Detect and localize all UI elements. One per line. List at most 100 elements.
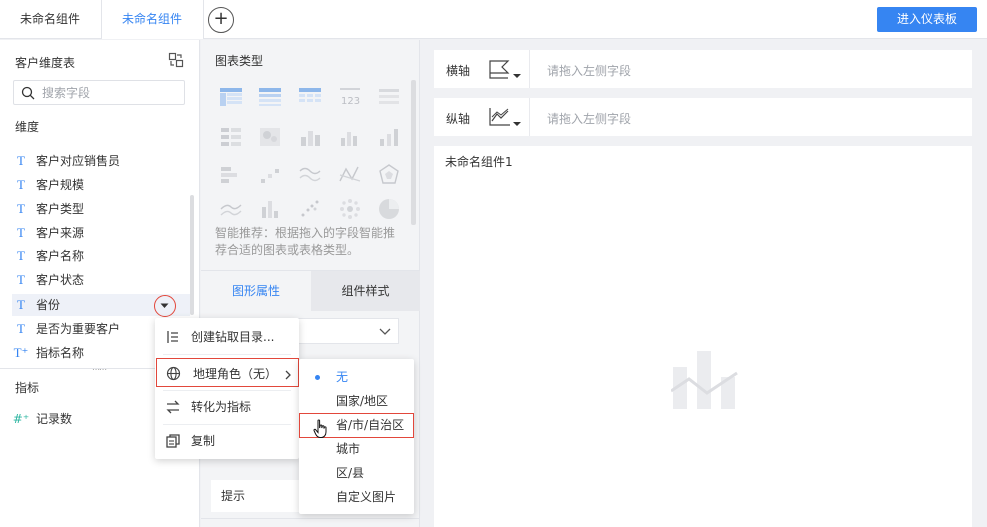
tab-unnamed-component-1[interactable]: 未命名组件1 (102, 0, 204, 64)
tooltip-label: 提示 (221, 489, 246, 503)
vertical-axis-type-icon[interactable] (488, 107, 524, 129)
field-label: 客户规模 (36, 178, 85, 192)
plus-icon: + (213, 8, 229, 29)
pie-chart-icon[interactable] (377, 197, 401, 221)
geo-option-country[interactable]: 国家/地区 (299, 389, 414, 413)
cross-table-icon[interactable] (258, 85, 282, 109)
selected-dot-icon (315, 375, 320, 380)
convert-to-measure-menu-item[interactable]: 转化为指标 (155, 390, 299, 424)
y-axis-drop-placeholder: 请拖入左侧字段 (547, 112, 632, 126)
geo-option-district[interactable]: 区/县 (299, 461, 414, 485)
empty-chart-placeholder-icon (671, 351, 738, 409)
field-label: 记录数 (36, 412, 73, 426)
x-axis-label: 横轴 (446, 64, 471, 78)
scatter-chart-icon[interactable] (298, 197, 322, 221)
tab-component-style[interactable]: 组件样式 (311, 270, 420, 311)
text-type-icon: T (17, 153, 25, 168)
y-axis-shelf[interactable]: 纵轴 请拖入左侧字段 (434, 98, 972, 136)
text-type-icon: T (17, 297, 25, 312)
copy-icon (166, 434, 180, 448)
field-item[interactable]: T 客户类型 (12, 198, 190, 220)
option-label: 省/市/自治区 (336, 418, 405, 432)
radar-chart-icon[interactable] (338, 163, 362, 187)
field-label: 是否为重要客户 (36, 322, 121, 336)
field-label: 指标名称 (36, 346, 85, 360)
panel-divider (201, 518, 420, 519)
chart-type-scrollbar[interactable] (411, 80, 416, 225)
tab-graph-properties[interactable]: 图形属性 (201, 270, 311, 311)
axis-separator (529, 98, 530, 136)
svg-text:123: 123 (341, 96, 360, 107)
field-dropdown-button[interactable] (154, 295, 176, 317)
enter-dashboard-button[interactable]: 进入仪表板 (877, 7, 977, 32)
bubble-chart-icon[interactable] (338, 197, 362, 221)
add-tab-button[interactable]: + (208, 7, 234, 33)
chart-canvas: 未命名组件1 (434, 146, 972, 527)
field-label: 客户状态 (36, 273, 85, 287)
field-item[interactable]: T 客户对应销售员 (12, 150, 190, 172)
geo-option-city[interactable]: 城市 (299, 437, 414, 461)
drag-handle-icon[interactable]: ⋯⋯ (92, 365, 107, 374)
range-bar-icon[interactable] (258, 197, 282, 221)
field-item[interactable]: T 客户状态 (12, 269, 190, 291)
horizontal-bar-icon[interactable] (219, 163, 243, 187)
grouped-table-icon[interactable] (219, 85, 243, 109)
field-list-scrollbar[interactable] (190, 195, 194, 315)
x-axis-drop-placeholder: 请拖入左侧字段 (547, 64, 632, 78)
text-table-icon[interactable] (377, 85, 401, 109)
globe-icon (166, 366, 181, 381)
search-field[interactable] (13, 80, 185, 105)
axis-separator (529, 50, 530, 88)
detail-table-icon[interactable] (298, 85, 322, 109)
create-drill-menu-item[interactable]: 创建钻取目录... (155, 320, 299, 354)
drill-tree-icon (167, 331, 178, 343)
field-item[interactable]: T 客户规模 (12, 174, 190, 196)
field-label: 客户名称 (36, 249, 85, 263)
line-chart-icon[interactable] (298, 163, 322, 187)
y-axis-label: 纵轴 (446, 112, 471, 126)
component-title[interactable]: 未命名组件1 (445, 153, 513, 170)
field-label: 省份 (36, 298, 61, 312)
horizontal-axis-type-icon[interactable] (488, 59, 524, 81)
column-chart-icon[interactable] (377, 125, 401, 149)
field-context-menu: 创建钻取目录... 地理角色（无） 转化为指标 复制 (155, 318, 299, 459)
copy-menu-item[interactable]: 复制 (155, 424, 299, 458)
search-input[interactable] (42, 84, 177, 101)
field-item[interactable]: T 客户来源 (12, 222, 190, 244)
smart-recommend-tip: 智能推荐：根据拖入的字段智能推荐合适的图表或表格类型。 (215, 226, 396, 257)
number-type-icon: #⁺ (12, 412, 30, 426)
map-icon[interactable] (258, 125, 282, 149)
menu-divider (163, 354, 291, 355)
geo-role-menu-item[interactable]: 地理角色（无） (156, 358, 299, 387)
field-label: 客户类型 (36, 202, 85, 216)
tab-unnamed-component[interactable]: 未命名组件 (0, 0, 102, 39)
text-type-icon: T (17, 177, 25, 192)
text-type-icon: T (17, 201, 25, 216)
menu-item-label: 创建钻取目录... (191, 330, 275, 344)
table-title: 客户维度表 (15, 56, 76, 70)
kpi-number-icon[interactable]: 123 (338, 85, 362, 109)
caret-down-icon (160, 303, 169, 308)
option-label: 城市 (336, 442, 361, 456)
geo-option-custom-image[interactable]: 自定义图片 (299, 485, 414, 509)
calculated-text-icon: T⁺ (13, 345, 29, 360)
search-icon (21, 86, 35, 100)
hand-cursor-icon (313, 419, 327, 438)
option-label: 国家/地区 (336, 394, 389, 408)
chart-type-label: 图表类型 (215, 54, 264, 68)
menu-item-label: 转化为指标 (191, 400, 252, 414)
stacked-bar-icon[interactable] (298, 125, 322, 149)
switch-table-icon[interactable] (168, 52, 184, 68)
matrix-icon[interactable] (219, 125, 243, 149)
area-chart-icon[interactable] (219, 197, 243, 221)
bar-chart-icon[interactable] (338, 125, 362, 149)
menu-item-label: 复制 (191, 434, 216, 448)
menu-item-label: 地理角色（无） (193, 367, 278, 381)
x-axis-shelf[interactable]: 横轴 请拖入左侧字段 (434, 50, 972, 88)
polygon-chart-icon[interactable] (377, 163, 401, 187)
top-tab-bar: 未命名组件 未命名组件1 + 进入仪表板 (0, 0, 987, 64)
dot-bar-icon[interactable] (258, 163, 282, 187)
field-item[interactable]: T 客户名称 (12, 245, 190, 267)
option-label: 区/县 (336, 466, 365, 480)
geo-option-none[interactable]: 无 (299, 365, 414, 389)
